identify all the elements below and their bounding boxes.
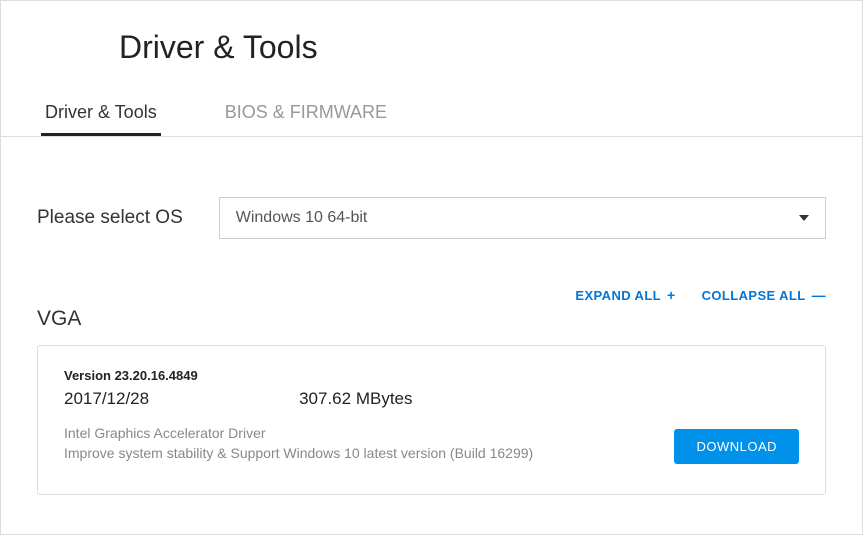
driver-desc-line1: Intel Graphics Accelerator Driver <box>64 423 674 443</box>
tabs: Driver & Tools BIOS & FIRMWARE <box>1 94 862 137</box>
minus-icon: — <box>812 287 826 303</box>
os-row: Please select OS Windows 10 64-bit <box>1 137 862 239</box>
page-title: Driver & Tools <box>119 29 862 66</box>
header: Driver & Tools <box>1 1 862 76</box>
expand-all-button[interactable]: EXPAND ALL + <box>575 287 675 303</box>
driver-info: Version 23.20.16.4849 2017/12/28 307.62 … <box>64 368 674 464</box>
driver-description: Intel Graphics Accelerator Driver Improv… <box>64 423 674 464</box>
os-label: Please select OS <box>37 207 183 229</box>
driver-version: Version 23.20.16.4849 <box>64 368 674 383</box>
driver-card: Version 23.20.16.4849 2017/12/28 307.62 … <box>37 345 826 495</box>
os-select[interactable]: Windows 10 64-bit <box>219 197 826 239</box>
collapse-all-button[interactable]: COLLAPSE ALL — <box>702 287 826 303</box>
collapse-all-label: COLLAPSE ALL <box>702 288 806 303</box>
download-button[interactable]: DOWNLOAD <box>674 429 799 464</box>
tab-driver-tools[interactable]: Driver & Tools <box>41 94 161 136</box>
chevron-down-icon <box>799 215 809 221</box>
actions-row: EXPAND ALL + COLLAPSE ALL — <box>1 239 862 303</box>
tab-bios-firmware[interactable]: BIOS & FIRMWARE <box>221 94 391 136</box>
driver-size: 307.62 MBytes <box>299 389 412 409</box>
driver-date: 2017/12/28 <box>64 389 149 409</box>
plus-icon: + <box>667 287 676 303</box>
page-container: Driver & Tools Driver & Tools BIOS & FIR… <box>1 1 862 495</box>
os-selected-value: Windows 10 64-bit <box>236 209 368 227</box>
section-title: VGA <box>1 303 862 331</box>
driver-desc-line2: Improve system stability & Support Windo… <box>64 443 674 463</box>
driver-meta: 2017/12/28 307.62 MBytes <box>64 389 674 409</box>
expand-all-label: EXPAND ALL <box>575 288 661 303</box>
